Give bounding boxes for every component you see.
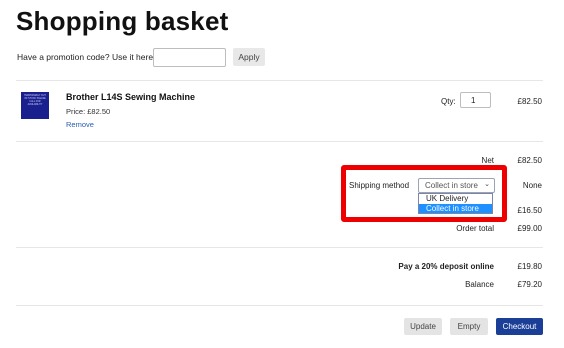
thumbnail-text: TEMPORARILY OUT OF STOCK PLEASE CALL FOR… xyxy=(24,95,46,106)
qty-input[interactable]: 1 xyxy=(460,92,491,108)
apply-button[interactable]: Apply xyxy=(233,48,265,66)
product-price: Price: £82.50 xyxy=(66,107,111,116)
product-name: Brother L14S Sewing Machine xyxy=(66,92,196,102)
deposit-value: £19.80 xyxy=(517,262,542,271)
promo-label: Have a promotion code? Use it here: xyxy=(17,52,156,62)
deposit-label: Pay a 20% deposit online xyxy=(398,262,494,271)
order-total-value: £99.00 xyxy=(517,224,542,233)
page-title: Shopping basket xyxy=(16,6,229,36)
divider xyxy=(16,247,543,248)
qty-label: Qty: xyxy=(441,97,456,106)
divider xyxy=(16,80,543,81)
line-total: £82.50 xyxy=(517,97,542,106)
empty-button[interactable]: Empty xyxy=(450,318,488,335)
promo-code-input[interactable] xyxy=(153,48,226,67)
divider xyxy=(16,141,543,142)
update-button[interactable]: Update xyxy=(404,318,442,335)
divider xyxy=(16,305,543,306)
product-thumbnail: TEMPORARILY OUT OF STOCK PLEASE CALL FOR… xyxy=(21,92,49,119)
checkout-button[interactable]: Checkout xyxy=(496,318,543,335)
remove-link[interactable]: Remove xyxy=(66,120,94,129)
highlight-box xyxy=(341,165,507,222)
balance-value: £79.20 xyxy=(517,280,542,289)
net-value: £82.50 xyxy=(517,156,542,165)
